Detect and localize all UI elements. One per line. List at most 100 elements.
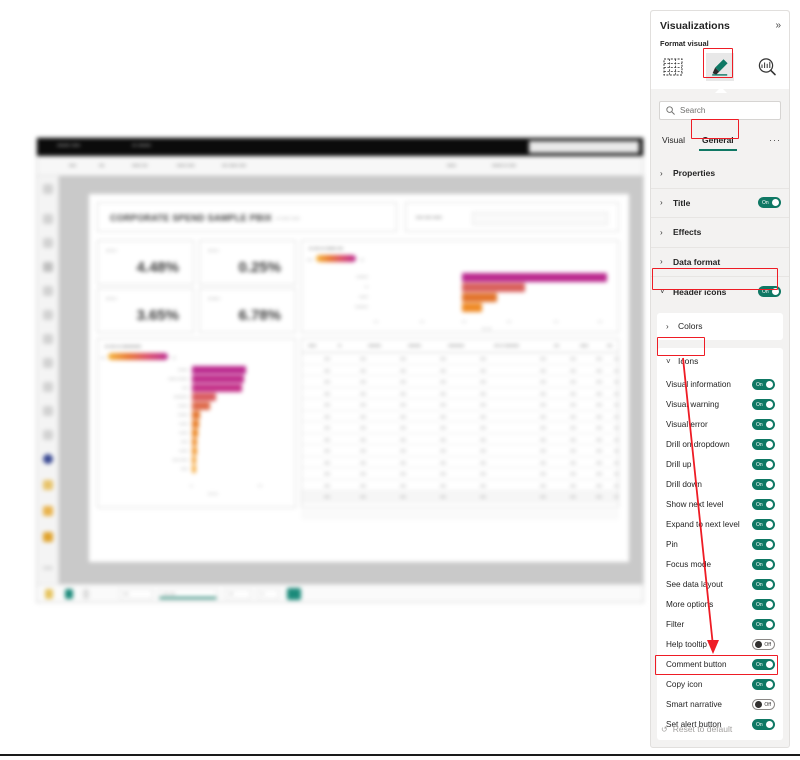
option-show-next-level[interactable]: Show next level On xyxy=(657,495,783,515)
section-data-format[interactable]: › Data format xyxy=(651,248,789,277)
table-cell: ▪▪▪▪ xyxy=(614,390,619,396)
table-cell: ▪▪▪▪ xyxy=(570,367,576,373)
chevron-right-icon: › xyxy=(660,227,663,237)
table-cell: ▪▪▪▪ xyxy=(540,379,546,384)
kpi-label: ▪▪ ▪▪ ▪ xyxy=(208,248,219,253)
subsection-colors-header[interactable]: › Colors xyxy=(657,313,783,340)
table-cell: ▪▪▪▪ xyxy=(440,471,446,476)
table-cell: ▪▪▪▪ xyxy=(570,402,576,407)
chevron-double-right-icon[interactable]: » xyxy=(775,20,781,32)
option-focus-mode[interactable]: Focus mode On xyxy=(657,555,783,575)
toggle-state-text: Off xyxy=(764,641,771,648)
option-expand-to-next-level[interactable]: Expand to next level On xyxy=(657,515,783,535)
see-data-layout-toggle[interactable]: On xyxy=(752,579,775,590)
section-effects[interactable]: › Effects xyxy=(651,218,789,248)
visual-information-toggle[interactable]: On xyxy=(752,379,775,390)
option-more-options[interactable]: More options On xyxy=(657,595,783,615)
option-help-tooltip[interactable]: Help tooltip Off xyxy=(657,635,783,655)
visual-warning-toggle[interactable]: On xyxy=(752,399,775,410)
reset-to-default-button[interactable]: ↺ Reset to default xyxy=(651,719,789,739)
option-comment-button[interactable]: Comment button On xyxy=(657,655,783,675)
smart-narrative-toggle[interactable]: Off xyxy=(752,699,775,710)
help-tooltip-toggle[interactable]: Off xyxy=(752,639,775,650)
table-cell: ▪▪▪▪ xyxy=(440,448,446,453)
option-filter[interactable]: Filter On xyxy=(657,615,783,635)
filter-toggle[interactable]: On xyxy=(752,619,775,630)
table-cell: ▪▪▪▪ xyxy=(570,482,576,488)
table-cell: ▪▪▪▪ xyxy=(570,448,576,453)
option-visual-error[interactable]: Visual error On xyxy=(657,415,783,435)
toggle-knob xyxy=(766,501,773,508)
table-cell: ▪▪▪▪ xyxy=(440,356,446,361)
table-cell: ▪▪▪▪ xyxy=(400,379,406,384)
table-cell: ▪▪▪▪ xyxy=(440,436,446,442)
table-cell: ▪▪▪▪ xyxy=(480,379,486,384)
option-copy-icon[interactable]: Copy icon On xyxy=(657,675,783,695)
toggle-knob xyxy=(766,661,773,668)
table-cell: ▪▪▪▪ xyxy=(324,494,330,499)
focus-mode-toggle[interactable]: On xyxy=(752,559,775,570)
table-cell: ▪▪▪▪ xyxy=(480,436,486,442)
visual-error-toggle[interactable]: On xyxy=(752,419,775,430)
table-cell: ▪▪▪▪ xyxy=(480,367,486,373)
build-visual-icon[interactable] xyxy=(659,53,687,81)
section-header-icons[interactable]: ˅ Header icons On xyxy=(651,277,789,307)
more-options-toggle[interactable]: On xyxy=(752,599,775,610)
tab-general[interactable]: General xyxy=(699,133,737,151)
section-title[interactable]: › Title On xyxy=(651,189,789,218)
comment-button-toggle[interactable]: On xyxy=(752,659,775,670)
table-cell: ▪▪▪▪ xyxy=(570,379,576,384)
toggle-knob xyxy=(766,441,773,448)
option-label: Drill down xyxy=(666,480,702,489)
search-input[interactable]: Search xyxy=(659,101,781,120)
drill-up-toggle[interactable]: On xyxy=(752,459,775,470)
option-drill-on-dropdown[interactable]: Drill on dropdown On xyxy=(657,435,783,455)
section-properties[interactable]: › Properties xyxy=(651,159,789,189)
show-next-level-toggle[interactable]: On xyxy=(752,499,775,510)
section-label: Header icons xyxy=(673,286,727,297)
toggle-knob xyxy=(766,521,773,528)
table-cell: ▪▪▪▪ xyxy=(596,356,602,361)
toggle-state-text: On xyxy=(756,481,763,488)
option-drill-up[interactable]: Drill up On xyxy=(657,455,783,475)
table-cell: ▪▪▪▪ xyxy=(324,379,330,384)
tab-visual[interactable]: Visual xyxy=(659,133,688,149)
option-pin[interactable]: Pin On xyxy=(657,535,783,555)
kpi-value: 6.78% xyxy=(238,307,281,324)
section-label: Properties xyxy=(673,168,716,179)
title-toggle[interactable]: On xyxy=(758,197,781,209)
format-paintbrush-icon[interactable] xyxy=(706,53,734,81)
toggle-state-text: On xyxy=(756,661,763,668)
option-label: See data layout xyxy=(666,580,723,589)
pin-toggle[interactable]: On xyxy=(752,539,775,550)
reset-icon: ↺ xyxy=(661,724,668,734)
option-see-data-layout[interactable]: See data layout On xyxy=(657,575,783,595)
option-drill-down[interactable]: Drill down On xyxy=(657,475,783,495)
header-icons-toggle[interactable]: On xyxy=(758,286,781,298)
titlebar-text-mid: ▪▪ ▪▪▪▪▪▪ xyxy=(132,143,151,149)
expand-to-next-level-toggle[interactable]: On xyxy=(752,519,775,530)
option-visual-information[interactable]: Visual information On xyxy=(657,375,783,395)
option-label: More options xyxy=(666,600,714,609)
table-row: ▪▪▪▪ ▪▪▪▪ ▪▪▪▪ ▪▪▪▪ ▪▪▪▪ ▪▪▪▪ ▪▪▪▪ ▪▪▪▪ ▪▪▪▪ xyxy=(302,376,618,388)
tab-more-options-icon[interactable]: ··· xyxy=(769,135,781,145)
drill-on-dropdown-toggle[interactable]: On xyxy=(752,439,775,450)
table-cell: ▪▪▪▪ xyxy=(596,448,602,453)
drill-down-toggle[interactable]: On xyxy=(752,479,775,490)
subsection-icons-header[interactable]: ˅ Icons xyxy=(657,348,783,375)
table-cell: ▪▪▪▪ xyxy=(440,367,446,373)
table-cell: ▪▪▪▪ xyxy=(596,413,602,419)
option-visual-warning[interactable]: Visual warning On xyxy=(657,395,783,415)
table-cell: ▪▪▪▪ xyxy=(480,402,486,407)
table-row: ▪▪▪▪ ▪▪▪▪ ▪▪▪▪ ▪▪▪▪ ▪▪▪▪ ▪▪▪▪ ▪▪▪▪ ▪▪▪▪ ▪▪▪▪ xyxy=(302,399,618,411)
table-cell: ▪▪▪▪ xyxy=(324,402,330,407)
copy-icon-toggle[interactable]: On xyxy=(752,679,775,690)
option-label: Smart narrative xyxy=(666,700,722,709)
table-row: ▪▪▪▪ ▪▪▪▪ ▪▪▪▪ ▪▪▪▪ ▪▪▪▪ ▪▪▪▪ ▪▪▪▪ ▪▪▪▪ ▪▪▪▪ xyxy=(302,457,618,468)
analytics-magnifier-icon[interactable] xyxy=(753,53,781,81)
option-smart-narrative[interactable]: Smart narrative Off xyxy=(657,695,783,715)
table-cell: ▪▪▪▪ xyxy=(596,379,602,384)
pane-header: Visualizations » Format visual xyxy=(651,11,789,89)
table-cell: ▪▪▪▪ xyxy=(540,402,546,407)
table-cell: ▪▪▪▪ xyxy=(324,459,330,465)
